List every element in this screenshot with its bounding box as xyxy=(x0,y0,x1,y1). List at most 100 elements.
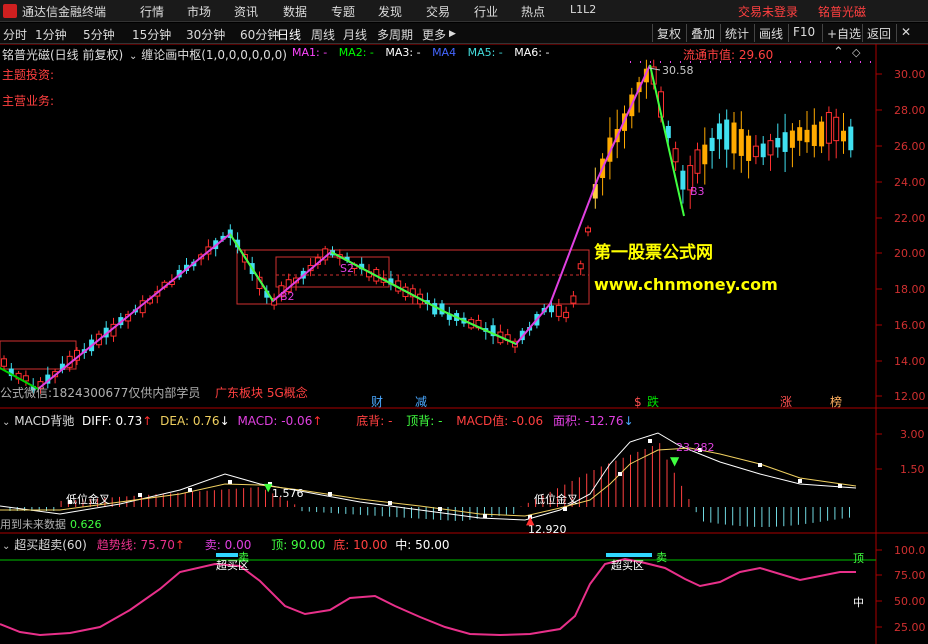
event-marker[interactable]: 财 xyxy=(371,395,383,409)
diff-value: DIFF: 0.73 xyxy=(82,414,143,428)
osc-title: 超买超卖(60) xyxy=(14,538,87,552)
period-tab-more[interactable]: 更多 xyxy=(422,26,446,43)
stock-name-header: 铭普光磁 xyxy=(818,5,867,19)
menu-item-industry[interactable]: 行业 xyxy=(474,3,498,20)
mid-value: 中: 50.00 xyxy=(395,538,450,552)
candle-body xyxy=(819,121,825,147)
down-arrow-icon: ↓ xyxy=(219,414,230,428)
menu-item-topics[interactable]: 专题 xyxy=(331,3,355,20)
period-tab-30min[interactable]: 30分钟 xyxy=(186,26,225,43)
macd-histogram xyxy=(9,443,850,527)
segment-label-s2: S2 xyxy=(340,262,354,275)
macd-value: MACD: -0.06 xyxy=(237,414,313,428)
period-tab-daily[interactable]: 日线 xyxy=(277,26,301,43)
overlay-button[interactable]: 叠加 xyxy=(686,24,719,42)
y-tick-label: 26.00 xyxy=(894,140,926,153)
chart-title: 铭普光磁(日线 前复权) xyxy=(2,48,124,62)
period-tab-60min[interactable]: 60分钟 xyxy=(240,26,279,43)
back-button[interactable]: 返回 xyxy=(862,24,895,42)
macd-value-label: 23.282 xyxy=(676,441,715,454)
bottom-divergence: 底背: - xyxy=(356,414,393,428)
indicator-dropdown[interactable]: ⌄ 缠论画中枢(1,0,0,0,0,0,0) xyxy=(129,46,287,63)
ma5-label: MA5: - xyxy=(467,46,503,59)
event-marker[interactable]: $ xyxy=(634,395,642,409)
menu-item-data[interactable]: 数据 xyxy=(283,3,307,20)
event-marker[interactable]: 榜 xyxy=(830,394,842,409)
dea-dot xyxy=(758,463,762,467)
ma1-label: MA1: - xyxy=(292,46,328,59)
menu-item-trade[interactable]: 交易 xyxy=(426,3,450,20)
menu-item-discover[interactable]: 发现 xyxy=(378,3,402,20)
stats-button[interactable]: 统计 xyxy=(720,24,753,42)
period-tab-15min[interactable]: 15分钟 xyxy=(132,26,171,43)
dea-dot xyxy=(388,501,392,505)
candle-body xyxy=(738,129,744,156)
chart-area[interactable]: 30.00 28.00 26.00 24.00 22.00 20.00 18.00 16.00… xyxy=(0,44,928,644)
candle-body xyxy=(825,112,832,144)
menu-item-l1l2[interactable]: L1L2 xyxy=(570,3,596,16)
candle-body xyxy=(833,116,840,142)
sell-value: 卖: 0.00 xyxy=(204,538,252,552)
candle-body xyxy=(694,149,701,174)
dea-dot xyxy=(563,507,567,511)
left-macd-value: 0.626 xyxy=(70,518,102,531)
trend-line xyxy=(0,557,856,637)
overbought-zone-label: 超买区 xyxy=(611,558,644,572)
y-tick-label: 50.00 xyxy=(894,595,926,608)
candle-body xyxy=(848,126,854,151)
macd-legend: ⌄ MACD背驰 DIFF: 0.73↑ DEA: 0.76↓ MACD: -0… xyxy=(2,412,634,429)
top-line-label: 顶 xyxy=(853,552,864,565)
candle-body xyxy=(570,295,577,304)
menu-item-news[interactable]: 资讯 xyxy=(234,3,258,20)
down-arrow-icon: ▼ xyxy=(670,454,680,468)
candle-body xyxy=(782,132,788,152)
candle-body xyxy=(752,145,759,158)
y-tick-label: 20.00 xyxy=(894,247,926,260)
top-divergence: 顶背: - xyxy=(406,414,443,428)
period-tab-intraday[interactable]: 分时 xyxy=(3,26,27,43)
segment-label-b3: B3 xyxy=(690,185,705,198)
dea-dot xyxy=(838,484,842,488)
adjust-button[interactable]: 复权 xyxy=(652,24,685,42)
period-tab-5min[interactable]: 5分钟 xyxy=(83,26,115,43)
ma6-label: MA6: - xyxy=(514,46,550,59)
settings-icon[interactable]: ◇ xyxy=(852,46,860,59)
draw-line-button[interactable]: 画线 xyxy=(754,24,787,42)
chevron-down-icon[interactable]: ⌄ xyxy=(2,541,10,552)
candle-body xyxy=(709,137,715,152)
overbought-zone-marker xyxy=(216,553,238,557)
f10-button[interactable]: F10 xyxy=(788,24,819,42)
candle-body xyxy=(1,358,7,367)
macd-area: 面积: -12.76 xyxy=(553,414,624,428)
candle-body xyxy=(563,311,570,319)
add-watchlist-button[interactable]: +自选 xyxy=(822,24,865,42)
event-marker[interactable]: 涨 xyxy=(780,394,792,409)
window-close-button[interactable]: ✕ xyxy=(896,24,915,42)
menu-item-market[interactable]: 市场 xyxy=(187,3,211,20)
period-tab-1min[interactable]: 1分钟 xyxy=(35,26,67,43)
golden-cross-label: 低位金叉 xyxy=(534,492,578,506)
down-stroke-line xyxy=(229,233,274,302)
float-market-cap: 流通市值: 29.60 xyxy=(683,48,774,62)
event-marker[interactable]: 跌 xyxy=(647,394,659,409)
y-tick-label: 25.00 xyxy=(894,621,926,634)
candle-body xyxy=(585,227,591,233)
event-marker[interactable]: 减 xyxy=(415,395,427,409)
dea-dot xyxy=(483,514,487,518)
more-arrow-icon[interactable]: ▶ xyxy=(449,29,456,39)
dea-value: DEA: 0.76 xyxy=(160,414,220,428)
trend-value: 趋势线: 75.70 xyxy=(96,538,175,552)
collapse-icon[interactable]: ⌃ xyxy=(833,45,844,60)
menu-item-quotes[interactable]: 行情 xyxy=(140,3,164,20)
app-logo-icon xyxy=(3,4,17,18)
chevron-down-icon[interactable]: ⌄ xyxy=(2,417,10,428)
y-tick-label: 100.0 xyxy=(894,544,926,557)
period-tab-monthly[interactable]: 月线 xyxy=(343,26,367,43)
candle-body xyxy=(804,129,810,143)
login-status[interactable]: 交易未登录 xyxy=(738,3,798,20)
period-tab-weekly[interactable]: 周线 xyxy=(311,26,335,43)
y-tick-label: 24.00 xyxy=(894,176,926,189)
candle-body xyxy=(724,119,730,150)
period-tab-multi[interactable]: 多周期 xyxy=(377,26,413,43)
menu-item-hotspot[interactable]: 热点 xyxy=(521,3,545,20)
